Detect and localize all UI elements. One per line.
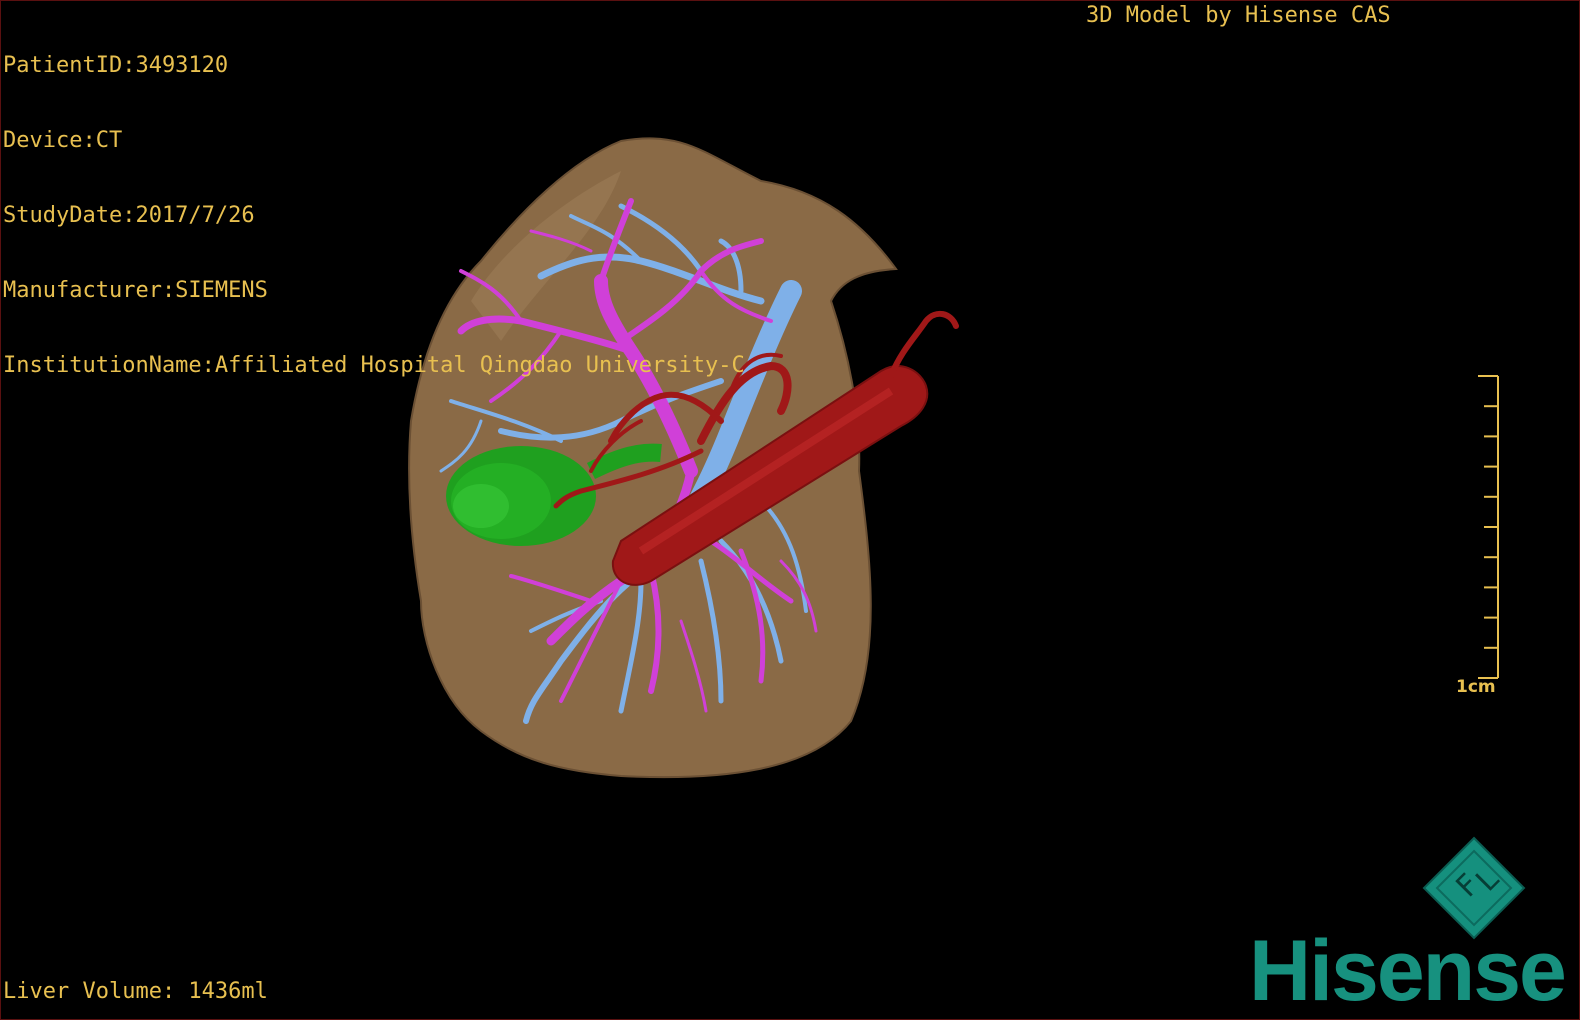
institution-name: InstitutionName:Affiliated Hospital Qing… — [3, 353, 745, 378]
patient-id: PatientID:3493120 — [3, 53, 229, 78]
device-label: Device:CT — [3, 128, 123, 153]
scale-label: 1cm — [1456, 677, 1496, 697]
liver-volume-readout: Liver Volume: 1436ml — [3, 979, 268, 1004]
dicom-info-block: PatientID:3493120 Device:CT StudyDate:20… — [3, 3, 745, 428]
study-date: StudyDate:2017/7/26 — [3, 203, 255, 228]
manufacturer-label: Manufacturer:SIEMENS — [3, 278, 268, 303]
brand-caption: 3D Model by Hisense CAS — [1086, 3, 1391, 28]
3d-viewport[interactable]: PatientID:3493120 Device:CT StudyDate:20… — [0, 0, 1580, 1020]
hisense-logo: Hisense — [1249, 923, 1567, 1019]
